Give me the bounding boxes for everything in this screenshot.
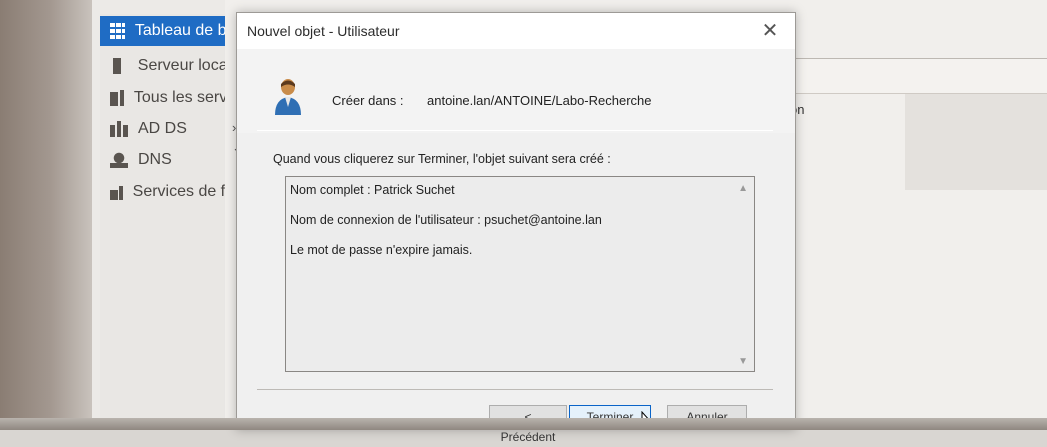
file-services-icon — [110, 184, 123, 200]
dns-icon — [110, 152, 128, 168]
info-text: Quand vous cliquerez sur Terminer, l'obj… — [273, 152, 611, 166]
dialog-titlebar[interactable]: Nouvel objet - Utilisateur ✕ — [237, 13, 795, 49]
close-button[interactable]: ✕ — [755, 17, 785, 45]
create-in-label: Créer dans : — [332, 93, 404, 108]
sidebar-item-label: Tous les serveurs — [133, 89, 230, 106]
user-icon — [275, 79, 301, 115]
dialog-header — [237, 49, 795, 133]
servers-icon — [110, 90, 124, 106]
summary-password-note: Le mot de passe n'expire jamais. — [290, 243, 473, 257]
monitor-bezel-bottom — [0, 418, 1047, 430]
sidebar-item-label: AD DS — [138, 120, 187, 137]
header-divider — [257, 130, 773, 131]
summary-textbox[interactable]: Nom complet : Patrick Suchet Nom de conn… — [285, 176, 755, 372]
sidebar-item-label: Serveur local — [137, 57, 230, 74]
dialog-title: Nouvel objet - Utilisateur — [247, 23, 400, 39]
sidebar-item-file-services[interactable]: Services de fichiers — [100, 177, 230, 207]
sidebar-item-local-server[interactable]: Serveur local — [100, 51, 230, 81]
ad-ds-icon — [110, 121, 128, 137]
server-manager-sidebar: Tableau de bord Serveur local Tous les s… — [100, 14, 230, 418]
summary-logon-name: Nom de connexion de l'utilisateur : psuc… — [290, 213, 602, 227]
dashboard-grid-icon — [110, 23, 125, 39]
sidebar-item-dns[interactable]: DNS — [100, 145, 230, 175]
footer-divider — [257, 389, 773, 390]
summary-full-name: Nom complet : Patrick Suchet — [290, 183, 455, 197]
sidebar-item-all-servers[interactable]: Tous les serveurs — [100, 83, 230, 113]
sidebar-item-label: DNS — [138, 151, 172, 168]
create-in-path: antoine.lan/ANTOINE/Labo-Recherche — [427, 93, 652, 108]
scroll-up-icon[interactable]: ▲ — [738, 183, 748, 194]
monitor-bezel — [0, 0, 92, 430]
background-toolbar — [780, 58, 1047, 94]
sidebar-item-label: Services de fichiers — [132, 183, 230, 200]
sidebar-item-ad-ds[interactable]: AD DS — [100, 114, 230, 144]
sidebar-item-dashboard[interactable]: Tableau de bord — [100, 16, 230, 46]
scroll-down-icon[interactable]: ▼ — [738, 356, 748, 367]
background-panel — [905, 94, 1047, 190]
sidebar-item-label: Tableau de bord — [134, 22, 230, 39]
new-user-dialog: Nouvel objet - Utilisateur ✕ Créer dans … — [236, 12, 796, 444]
server-icon — [110, 58, 128, 74]
